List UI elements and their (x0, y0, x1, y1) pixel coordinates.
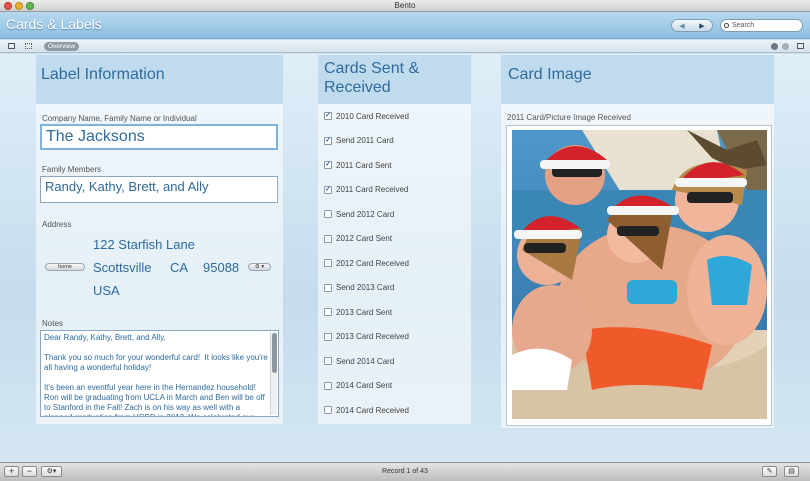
library-header: Cards & Labels ◀ ▶ Search (0, 12, 810, 39)
notes-field[interactable]: Dear Randy, Kathy, Brett, and Ally, Than… (40, 330, 279, 417)
card-image-title: Card Image (501, 55, 774, 104)
card-checkbox-row[interactable]: 2013 Card Received (324, 331, 409, 343)
card-checkbox-row[interactable]: ✓ 2011 Card Sent (324, 159, 391, 171)
label-information-title: Label Information (36, 55, 283, 104)
window-titlebar: Bento (0, 0, 810, 12)
record-counter: Record 1 of 43 (382, 468, 428, 475)
checkbox-label: Send 2012 Card (336, 209, 395, 219)
cards-title-line2: Received (324, 79, 391, 96)
card-image-panel: Card Image 2011 Card/Picture Image Recei… (501, 55, 774, 428)
unchecked-checkbox[interactable] (324, 259, 332, 267)
zip-field[interactable]: 95088 (203, 260, 239, 275)
form-canvas: Label Information Company Name, Family N… (0, 54, 810, 462)
search-input[interactable]: Search (720, 19, 803, 32)
unchecked-checkbox[interactable] (324, 210, 332, 218)
zoom-window-button[interactable] (26, 2, 34, 10)
cards-title-line1: Cards Sent & (324, 60, 420, 77)
card-checkbox-row[interactable]: 2014 Card Sent (324, 380, 392, 392)
cards-sent-received-title: Cards Sent & Received (318, 55, 471, 104)
view-toolbar: Overview (0, 40, 810, 53)
card-checkbox-row[interactable]: Send 2012 Card (324, 208, 394, 220)
record-navigation: ◀ ▶ (671, 19, 713, 32)
tab-overview[interactable]: Overview (44, 42, 80, 51)
cards-sent-received-panel: Cards Sent & Received ✓ 2010 Card Receive… (318, 55, 471, 424)
next-record-button[interactable]: ▶ (699, 22, 704, 30)
fields-panel-icon[interactable] (797, 43, 804, 49)
country-field[interactable]: USA (93, 283, 120, 298)
checked-checkbox[interactable]: ✓ (324, 161, 332, 169)
address-options-icon[interactable]: ⚙ ▾ (248, 263, 271, 271)
card-checkbox-row[interactable]: 2012 Card Received (324, 257, 409, 269)
card-checkbox-row[interactable]: Send 2013 Card (324, 282, 394, 294)
search-icon (724, 23, 729, 28)
checkbox-label: 2010 Card Received (336, 111, 409, 121)
checked-checkbox[interactable]: ✓ (324, 185, 332, 194)
image-label: 2011 Card/Picture Image Received (507, 113, 631, 122)
family-members-label: Family Members (42, 165, 102, 174)
checkbox-label: Send 2013 Card (336, 283, 395, 292)
checkbox-label: 2011 Card Sent (336, 160, 392, 170)
card-checkbox-row[interactable]: ✓ 2010 Card Received (324, 110, 409, 122)
checkbox-label: 2012 Card Sent (336, 234, 393, 243)
card-checkbox-row[interactable]: 2014 Card Received (324, 404, 409, 416)
checked-checkbox[interactable]: ✓ (324, 112, 332, 120)
checked-checkbox[interactable]: ✓ (324, 136, 332, 145)
unchecked-checkbox[interactable] (324, 406, 332, 414)
city-field[interactable]: Scottsville (93, 260, 152, 275)
search-placeholder: Search (732, 22, 755, 29)
settings-icon[interactable] (782, 43, 789, 50)
state-field[interactable]: CA (170, 260, 188, 275)
card-image-field[interactable] (506, 125, 772, 426)
library-title: Cards & Labels (6, 16, 102, 32)
family-photo (512, 130, 767, 419)
card-checkbox-row[interactable]: 2013 Card Sent (324, 306, 392, 318)
toggle-panel-icon[interactable]: ▤ (784, 466, 799, 477)
card-checkbox-row[interactable]: ✓ Send 2011 Card (324, 135, 394, 147)
checkbox-label: 2014 Card Sent (336, 381, 393, 390)
window-title: Bento (394, 1, 416, 10)
minimize-window-button[interactable] (15, 2, 23, 10)
unchecked-checkbox[interactable] (324, 381, 332, 390)
card-checkbox-row[interactable]: 2012 Card Sent (324, 233, 392, 245)
family-members-field[interactable]: Randy, Kathy, Brett, and Ally (40, 176, 278, 203)
label-information-panel: Label Information Company Name, Family N… (36, 55, 283, 424)
company-field[interactable]: The Jacksons (40, 124, 278, 150)
table-view-icon[interactable] (8, 43, 15, 49)
card-checkbox-row[interactable]: Send 2014 Card (324, 355, 394, 367)
street-field[interactable]: 122 Starfish Lane (93, 237, 195, 252)
notes-text: Dear Randy, Kathy, Brett, and Ally, Than… (44, 333, 268, 416)
notes-scrollbar[interactable] (270, 332, 277, 415)
notes-scroll-thumb[interactable] (272, 333, 277, 373)
checkbox-label: Send 2014 Card (336, 356, 395, 366)
close-window-button[interactable] (4, 2, 12, 10)
grid-view-icon[interactable] (25, 43, 32, 49)
unchecked-checkbox[interactable] (324, 357, 332, 365)
address-label: Address (42, 220, 72, 229)
previous-record-button[interactable]: ◀ (679, 22, 684, 30)
card-checkbox-row[interactable]: ✓ 2011 Card Received (324, 184, 408, 196)
checkbox-label: Send 2011 Card (336, 136, 394, 145)
checkbox-label: 2013 Card Received (336, 332, 409, 341)
checkbox-label: 2011 Card Received (336, 185, 409, 194)
checkbox-label: 2012 Card Received (336, 258, 409, 268)
unchecked-checkbox[interactable] (324, 234, 332, 243)
unchecked-checkbox[interactable] (324, 332, 332, 341)
unchecked-checkbox[interactable] (324, 308, 332, 316)
status-bar: + − ⚙▾ Record 1 of 43 ✎ ▤ (0, 462, 810, 481)
family-photo-illustration (512, 130, 767, 419)
add-field-icon[interactable] (771, 43, 778, 50)
notes-label: Notes (42, 319, 63, 328)
checkbox-label: 2014 Card Received (336, 405, 409, 415)
company-label: Company Name, Family Name or Individual (42, 114, 197, 123)
address-type-select[interactable]: home (45, 263, 85, 271)
edit-layout-icon[interactable]: ✎ (762, 466, 777, 477)
unchecked-checkbox[interactable] (324, 283, 332, 292)
checkbox-label: 2013 Card Sent (336, 307, 393, 317)
